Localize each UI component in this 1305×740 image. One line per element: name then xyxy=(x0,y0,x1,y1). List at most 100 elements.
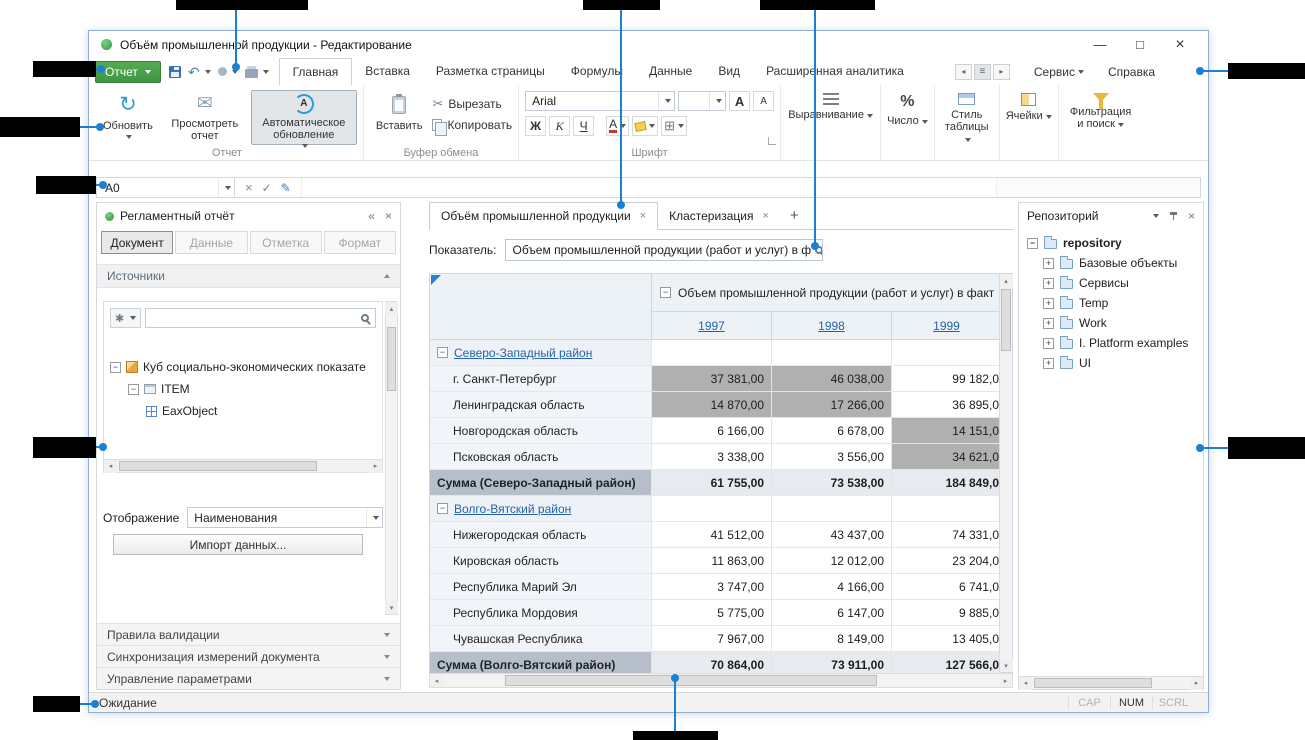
collapse-icon[interactable]: − xyxy=(1027,238,1038,249)
data-cell[interactable]: 12 012,00 xyxy=(772,548,892,573)
left-panel-tab[interactable]: Отметка xyxy=(250,231,322,254)
tree-item[interactable]: EaxObject xyxy=(110,400,382,422)
year-header-cell[interactable]: 1999 xyxy=(892,312,1001,339)
repository-root-item[interactable]: −repository xyxy=(1027,233,1203,253)
chevron-down-icon[interactable] xyxy=(1153,214,1159,218)
data-cell[interactable]: 17 266,00 xyxy=(772,392,892,417)
data-cell[interactable]: 73 538,00 xyxy=(772,470,892,495)
formula-input[interactable] xyxy=(302,178,996,197)
ribbon-tab[interactable]: Вставка xyxy=(352,58,423,85)
expand-icon[interactable]: + xyxy=(1043,358,1054,369)
row-header-cell[interactable]: Ленинградская область xyxy=(430,392,652,417)
paste-button[interactable]: Вставить xyxy=(370,90,429,145)
report-menu-button[interactable]: Отчет xyxy=(95,61,161,83)
repository-tree-item[interactable]: +UI xyxy=(1027,353,1203,373)
indicator-combo[interactable]: Объем промышленной продукции (работ и ус… xyxy=(505,239,823,261)
data-cell[interactable]: 46 038,00 xyxy=(772,366,892,391)
collapsed-section-header[interactable]: Синхронизация измерений документа xyxy=(97,645,400,667)
data-cell[interactable]: 14 870,00 xyxy=(652,392,772,417)
font-color-button[interactable]: А xyxy=(606,116,629,136)
data-cell[interactable]: 37 381,00 xyxy=(652,366,772,391)
data-cell[interactable]: 8 149,00 xyxy=(772,626,892,651)
collapse-panel-icon[interactable]: « xyxy=(368,209,375,223)
left-panel-tab[interactable]: Данные xyxy=(175,231,247,254)
data-cell[interactable]: 3 747,00 xyxy=(652,574,772,599)
data-cell[interactable]: 23 204,0 xyxy=(892,548,1001,573)
scroll-right-icon[interactable]: ▸ xyxy=(369,460,382,473)
document-tab[interactable]: Кластеризация× xyxy=(658,202,780,229)
data-cell[interactable] xyxy=(652,496,772,521)
cell-name-box[interactable]: A0 xyxy=(97,178,235,197)
ribbon-tab[interactable]: Данные xyxy=(636,58,705,85)
region-link[interactable]: Северо-Западный район xyxy=(454,346,592,360)
sources-horizontal-scrollbar[interactable]: ◂ ▸ xyxy=(104,459,382,472)
sources-section-header[interactable]: Источники xyxy=(97,264,400,288)
collapse-icon[interactable]: − xyxy=(437,503,448,514)
close-panel-icon[interactable]: × xyxy=(385,209,392,223)
expand-icon[interactable]: + xyxy=(1043,258,1054,269)
data-cell[interactable] xyxy=(772,496,892,521)
scroll-left-icon[interactable]: ◂ xyxy=(104,460,117,473)
pin-icon[interactable] xyxy=(1169,211,1178,221)
shrink-font-button[interactable]: A xyxy=(753,91,774,111)
collapsed-section-header[interactable]: Управление параметрами xyxy=(97,667,400,689)
data-cell[interactable]: 34 621,0 xyxy=(892,444,1001,469)
ribbon-tab[interactable]: Главная xyxy=(279,58,353,85)
region-link[interactable]: Волго-Вятский район xyxy=(454,502,571,516)
data-cell[interactable]: 6 166,00 xyxy=(652,418,772,443)
grow-font-button[interactable]: A xyxy=(729,91,750,111)
expand-icon[interactable]: + xyxy=(1043,298,1054,309)
print-button[interactable] xyxy=(245,66,269,78)
import-data-button[interactable]: Импорт данных... xyxy=(113,534,363,555)
repository-tree-item[interactable]: +Work xyxy=(1027,313,1203,333)
cancel-icon[interactable]: × xyxy=(245,180,253,195)
scrollbar-thumb[interactable] xyxy=(1034,678,1152,688)
data-cell[interactable]: 7 967,00 xyxy=(652,626,772,651)
repository-tree-item[interactable]: +Temp xyxy=(1027,293,1203,313)
scrollbar-thumb[interactable] xyxy=(1001,289,1011,351)
data-cell[interactable]: 127 566,0 xyxy=(892,652,1001,673)
font-size-combo[interactable] xyxy=(678,91,726,111)
data-cell[interactable]: 43 437,00 xyxy=(772,522,892,547)
data-cell[interactable]: 14 151,0 xyxy=(892,418,1001,443)
scrollbar-thumb[interactable] xyxy=(505,675,877,686)
expand-icon[interactable]: + xyxy=(1043,278,1054,289)
italic-button[interactable]: К xyxy=(549,116,570,136)
row-header-cell[interactable]: Новгородская область xyxy=(430,418,652,443)
scroll-up-icon[interactable]: ▴ xyxy=(385,302,398,315)
left-panel-tab[interactable]: Документ xyxy=(101,231,173,254)
dialog-launcher-icon[interactable] xyxy=(768,137,776,145)
undo-button[interactable]: ↶ xyxy=(188,66,211,78)
collapse-icon[interactable]: − xyxy=(660,287,671,298)
new-tab-button[interactable]: + xyxy=(780,202,809,229)
confirm-icon[interactable]: ✓ xyxy=(262,181,272,195)
expand-icon[interactable]: + xyxy=(1043,338,1054,349)
preview-report-button[interactable]: ✉Просмотреть отчет xyxy=(163,90,247,145)
data-cell[interactable] xyxy=(772,340,892,365)
row-header-cell[interactable]: −Волго-Вятский район xyxy=(430,496,652,521)
nav-right-button[interactable]: ▸ xyxy=(993,64,1010,80)
measure-header-cell[interactable]: − Объем промышленной продукции (работ и … xyxy=(652,274,1001,312)
menu-help[interactable]: Справка xyxy=(1108,65,1155,79)
repository-tree-item[interactable]: +Базовые объекты xyxy=(1027,253,1203,273)
scroll-left-icon[interactable]: ◂ xyxy=(1019,677,1032,690)
row-header-cell[interactable]: Кировская область xyxy=(430,548,652,573)
settings-button[interactable]: ✱ xyxy=(110,308,141,328)
close-icon[interactable]: × xyxy=(640,210,646,222)
scrollbar-thumb[interactable] xyxy=(387,327,396,391)
row-header-cell[interactable]: Псковская область xyxy=(430,444,652,469)
save-button[interactable] xyxy=(169,66,181,78)
close-panel-icon[interactable]: × xyxy=(1188,209,1195,223)
data-cell[interactable]: 9 885,0 xyxy=(892,600,1001,625)
nav-left-button[interactable]: ◂ xyxy=(955,64,972,80)
collapse-icon[interactable]: − xyxy=(110,362,121,373)
data-cell[interactable]: 74 331,0 xyxy=(892,522,1001,547)
year-header-cell[interactable]: 1997 xyxy=(652,312,772,339)
tree-item[interactable]: −ITEM xyxy=(110,378,382,400)
close-icon[interactable]: × xyxy=(762,210,768,222)
repository-tree-item[interactable]: +Сервисы xyxy=(1027,273,1203,293)
minimize-button[interactable]: — xyxy=(1080,33,1120,57)
display-mode-combo[interactable]: Наименования xyxy=(187,507,383,528)
table-vertical-scrollbar[interactable]: ▴ ▾ xyxy=(999,274,1012,672)
source-search-input[interactable] xyxy=(145,308,376,328)
